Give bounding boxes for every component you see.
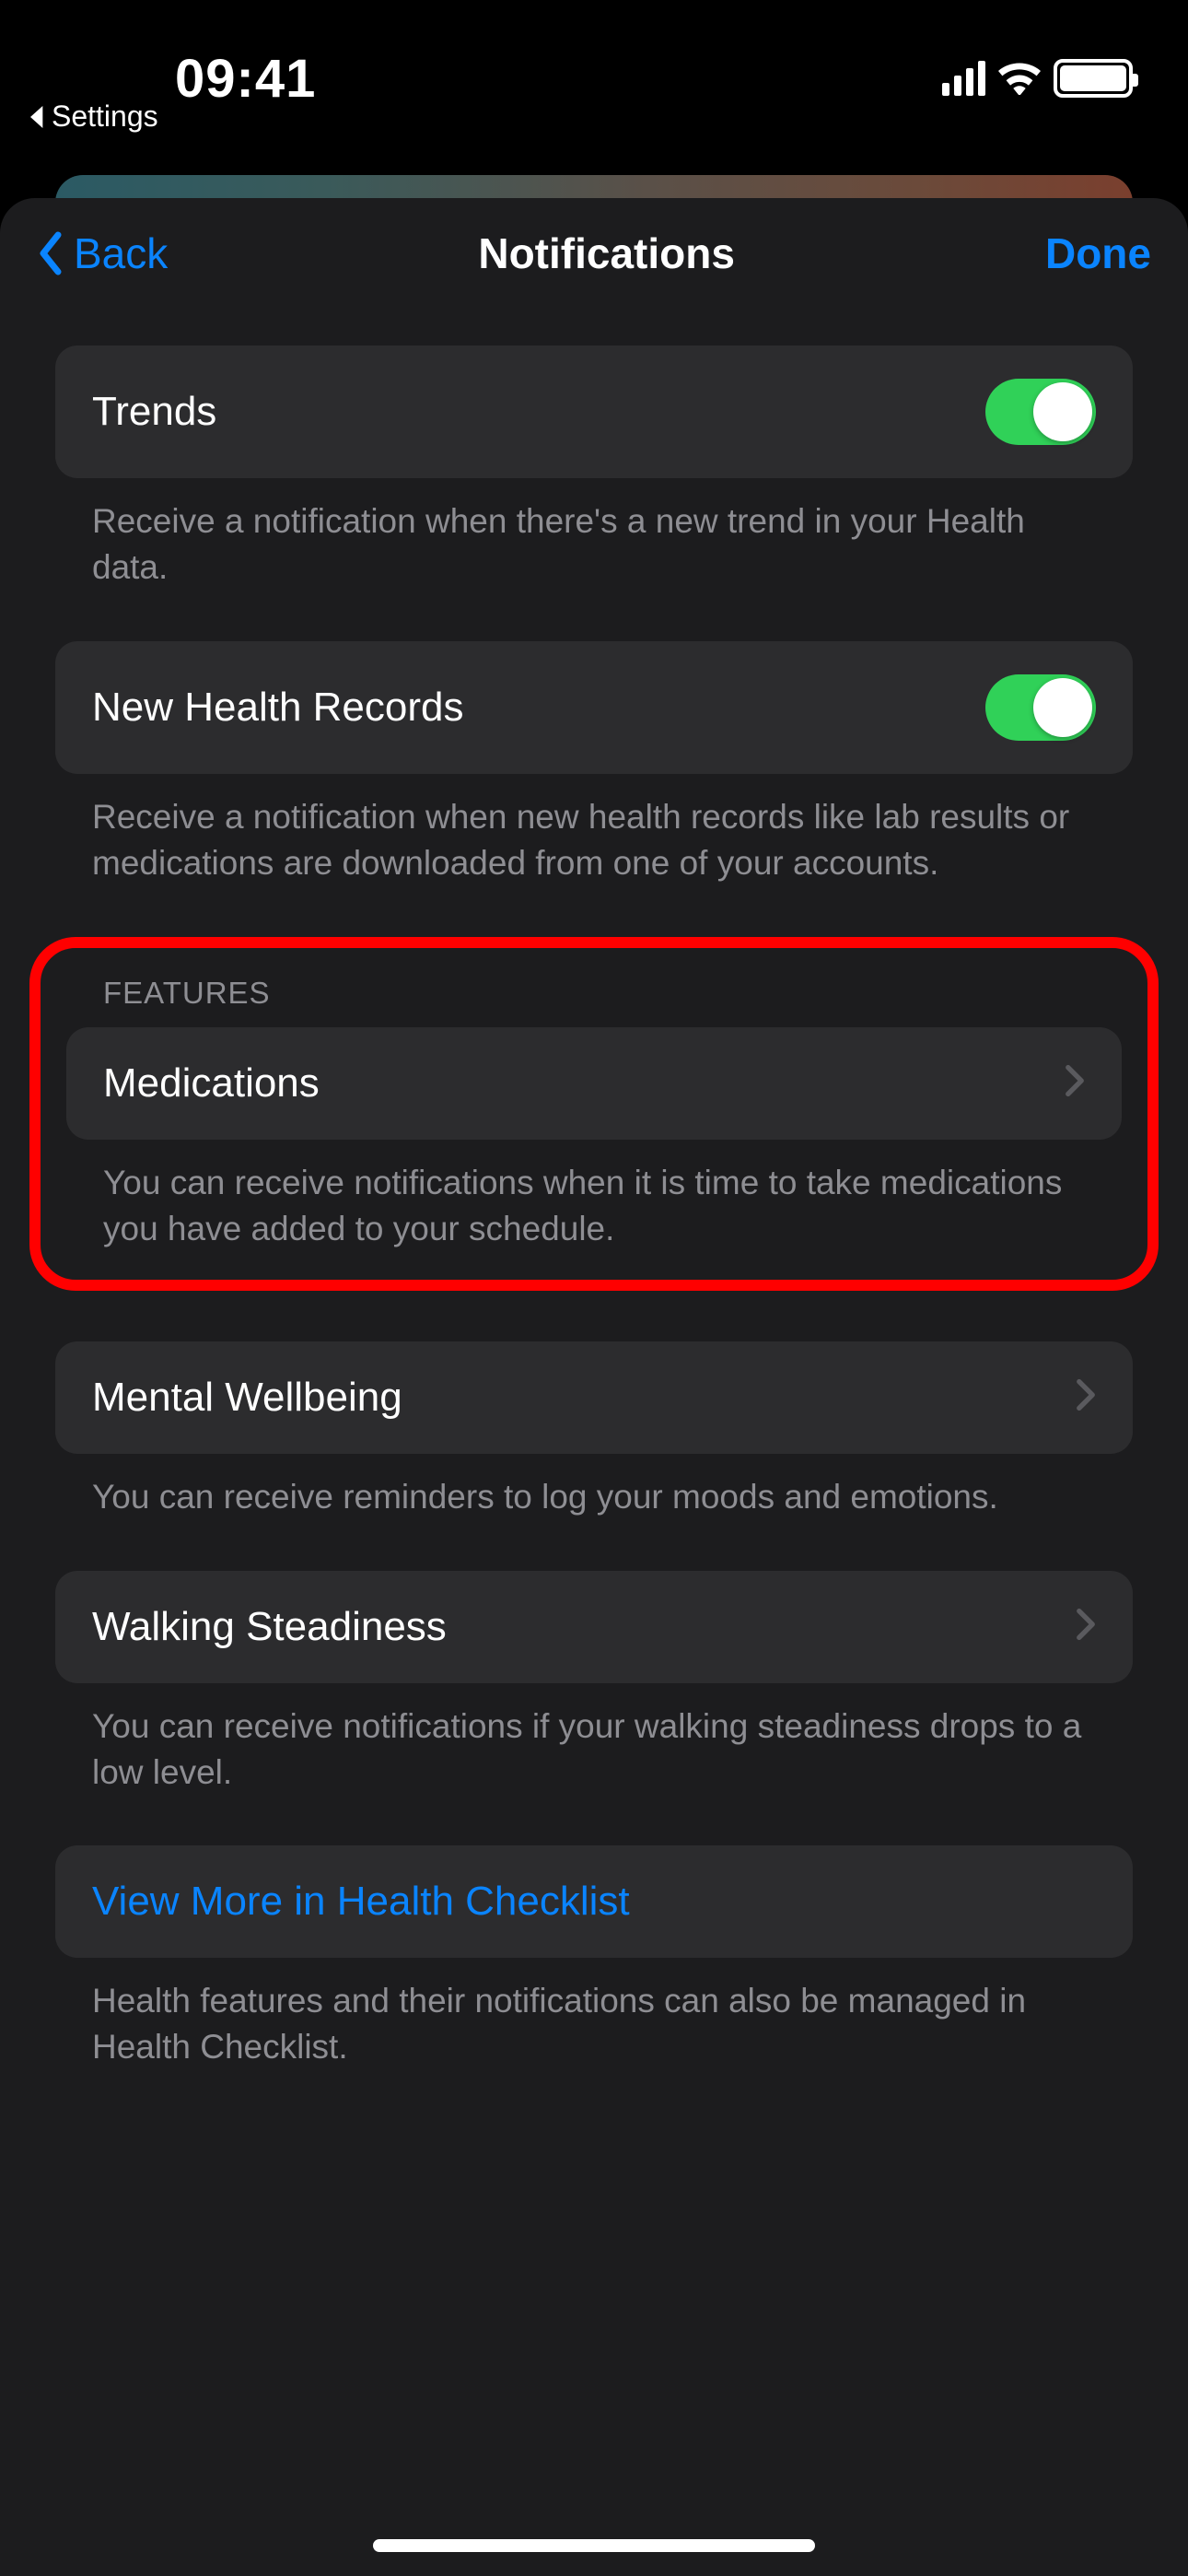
done-button[interactable]: Done <box>1045 228 1151 278</box>
walking-group: Walking Steadiness You can receive notif… <box>55 1571 1133 1796</box>
back-triangle-icon <box>29 106 46 128</box>
walking-row[interactable]: Walking Steadiness <box>55 1571 1133 1683</box>
trends-row[interactable]: Trends <box>55 345 1133 478</box>
checklist-label: View More in Health Checklist <box>92 1879 630 1925</box>
checklist-footer: Health features and their notifications … <box>55 1958 1133 2070</box>
records-label: New Health Records <box>92 685 464 731</box>
walking-label: Walking Steadiness <box>92 1604 447 1650</box>
mental-row[interactable]: Mental Wellbeing <box>55 1341 1133 1454</box>
mental-group: Mental Wellbeing You can receive reminde… <box>55 1341 1133 1520</box>
medications-label: Medications <box>103 1060 320 1107</box>
records-footer: Receive a notification when new health r… <box>55 774 1133 886</box>
records-toggle[interactable] <box>985 674 1096 741</box>
medications-footer: You can receive notifications when it is… <box>57 1140 1131 1252</box>
back-label: Back <box>74 228 168 278</box>
breadcrumb-settings[interactable]: Settings <box>29 100 158 134</box>
chevron-right-icon <box>1065 1064 1085 1102</box>
chevron-left-icon <box>37 231 64 275</box>
records-row[interactable]: New Health Records <box>55 641 1133 774</box>
mental-footer: You can receive reminders to log your mo… <box>55 1454 1133 1520</box>
trends-toggle[interactable] <box>985 379 1096 445</box>
status-bar: 09:41 <box>0 0 1188 129</box>
walking-footer: You can receive notifications if your wa… <box>55 1683 1133 1796</box>
checklist-group: View More in Health Checklist Health fea… <box>55 1845 1133 2070</box>
page-title: Notifications <box>478 228 735 278</box>
medications-row[interactable]: Medications <box>66 1027 1122 1140</box>
medications-highlight: FEATURES Medications You can receive not… <box>29 937 1159 1291</box>
back-button[interactable]: Back <box>37 228 168 278</box>
nav-bar: Back Notifications Done <box>0 198 1188 309</box>
trends-footer: Receive a notification when there's a ne… <box>55 478 1133 591</box>
checklist-row[interactable]: View More in Health Checklist <box>55 1845 1133 1958</box>
status-indicators <box>942 59 1133 98</box>
records-group: New Health Records Receive a notificatio… <box>55 641 1133 886</box>
trends-group: Trends Receive a notification when there… <box>55 345 1133 591</box>
cellular-icon <box>942 61 985 96</box>
wifi-icon <box>998 62 1041 95</box>
chevron-right-icon <box>1076 1608 1096 1645</box>
notifications-sheet: Back Notifications Done Trends Receive a… <box>0 198 1188 2576</box>
breadcrumb-label: Settings <box>52 100 158 134</box>
features-header: FEATURES <box>57 976 1131 1027</box>
battery-icon <box>1054 59 1133 98</box>
trends-label: Trends <box>92 389 216 435</box>
mental-label: Mental Wellbeing <box>92 1375 402 1421</box>
home-indicator[interactable] <box>373 2539 815 2552</box>
chevron-right-icon <box>1076 1378 1096 1416</box>
